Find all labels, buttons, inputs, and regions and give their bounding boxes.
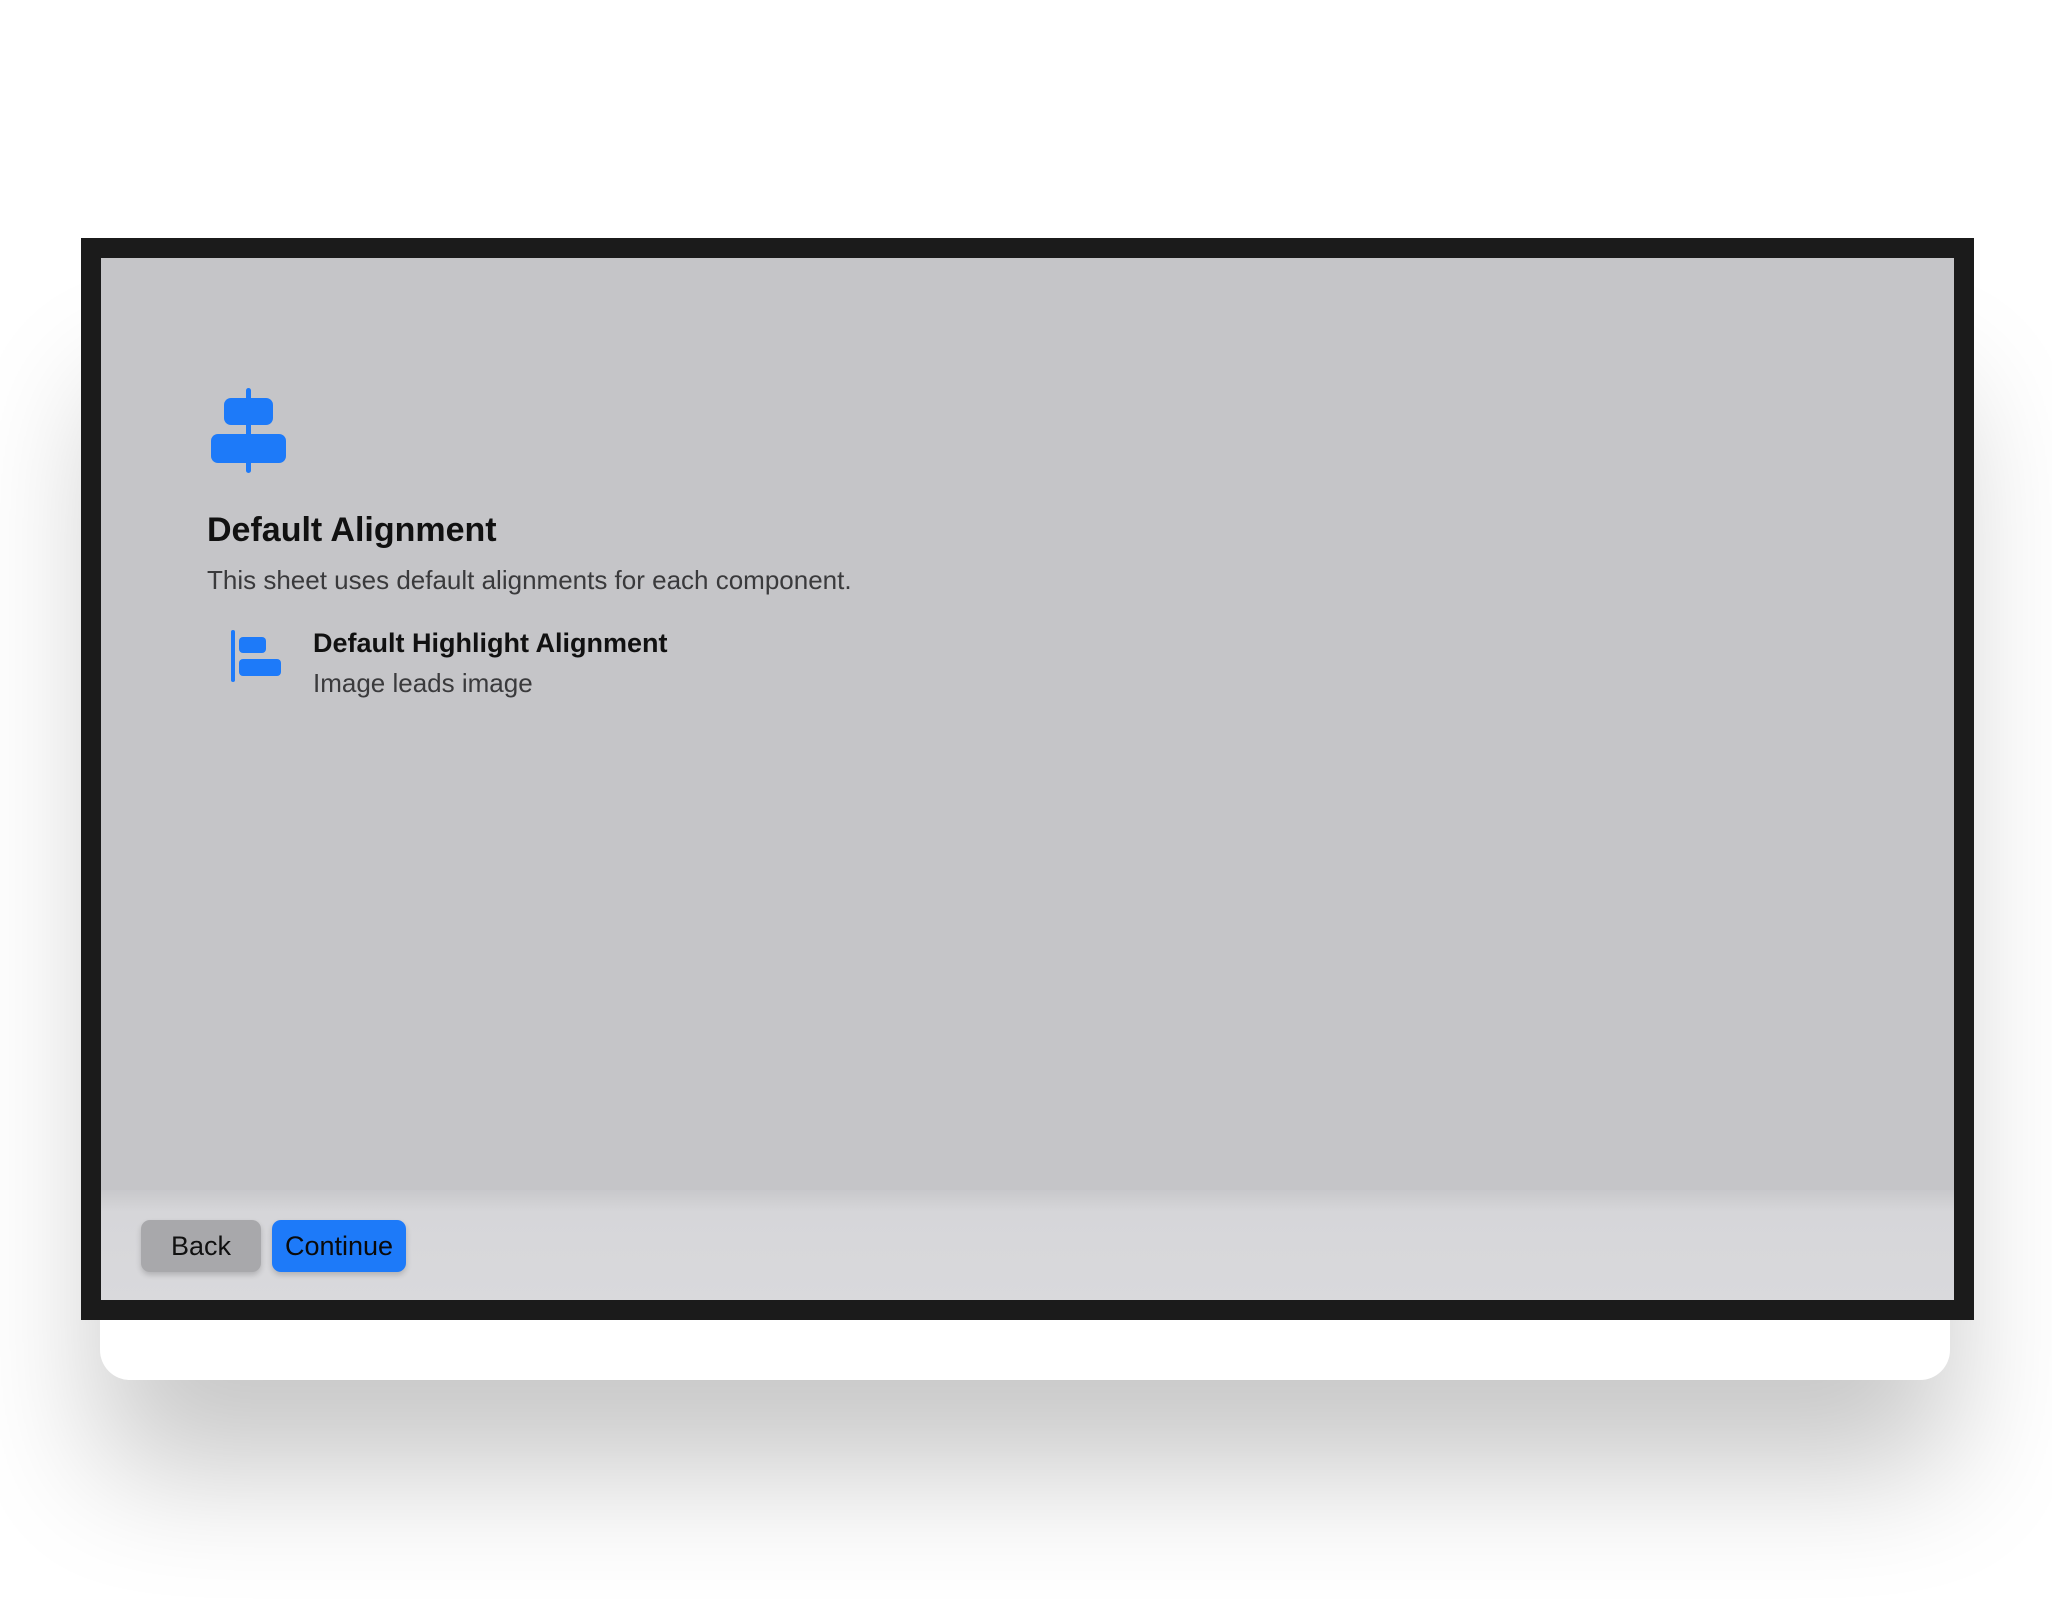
screen: Default Alignment This sheet uses defaul… [101,258,1954,1300]
device-frame: Default Alignment This sheet uses defaul… [81,238,1974,1320]
feature-detail: Image leads image [313,668,533,698]
align-horizontal-center-icon [211,388,286,473]
continue-button[interactable]: Continue [272,1220,406,1272]
sheet-title: Default Alignment [207,511,497,549]
footer-toolbar: Back Continue [101,1190,1954,1300]
back-button[interactable]: Back [141,1220,261,1272]
align-horizontal-left-icon [231,630,281,682]
sheet-subtitle: This sheet uses default alignments for e… [207,565,852,595]
feature-title: Default Highlight Alignment [313,628,668,658]
feature-row: Default Highlight Alignment Image leads … [231,628,931,708]
